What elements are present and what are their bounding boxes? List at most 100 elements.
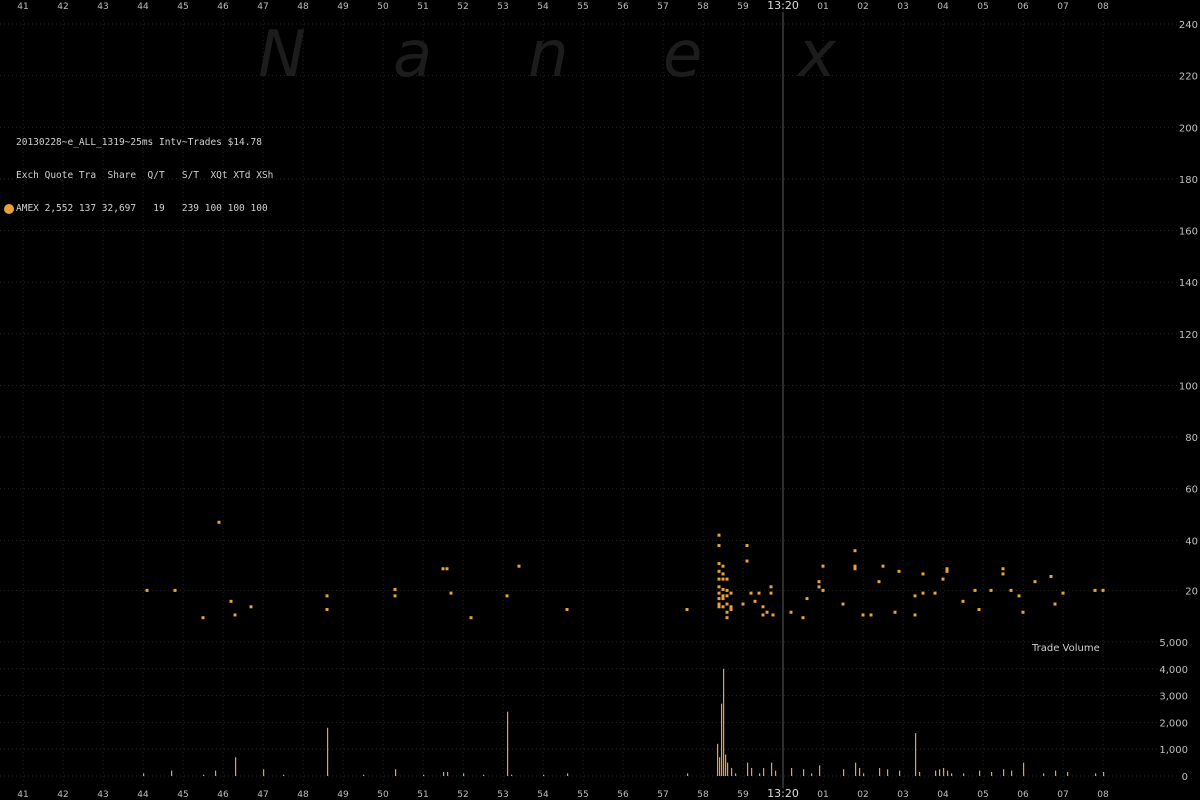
trade-point (761, 605, 765, 609)
x-tick-label-bottom: 54 (537, 790, 549, 800)
y-tick-label: 220 (1179, 72, 1198, 83)
volume-bar (327, 727, 329, 776)
info-panel: 20130228~e_ALL_1319~25ms Intv~Trades $14… (4, 115, 274, 225)
volume-bar (395, 769, 397, 776)
watermark-letter: e (663, 18, 702, 92)
volume-bar (731, 767, 733, 776)
trade-point (897, 569, 901, 573)
volume-bar (859, 767, 861, 776)
volume-bar (235, 757, 237, 776)
volume-bar (887, 769, 889, 776)
x-tick-label-bottom: 47 (257, 790, 268, 800)
trade-point (945, 567, 949, 571)
trade-point (749, 591, 753, 595)
x-tick-label-top: 46 (217, 2, 229, 12)
x-tick-label-bottom: 03 (897, 790, 908, 800)
x-tick-label-bottom: 04 (937, 790, 949, 800)
trade-point (229, 599, 233, 603)
trade-point (717, 585, 721, 589)
y-axis-price: 240 220 200 180 160 140 120 100 80 60 40 20 (1179, 20, 1198, 597)
x-tick-label-top: 52 (457, 2, 468, 12)
volume-bar (747, 762, 749, 776)
x-tick-label-bottom: 02 (857, 790, 868, 800)
trade-point (753, 599, 757, 603)
volume-bar (1103, 771, 1105, 776)
trade-point (325, 608, 329, 612)
trade-point (717, 597, 721, 601)
info-title: 20130228~e_ALL_1319~25ms Intv~Trades $14… (16, 137, 262, 148)
trade-point (721, 597, 725, 601)
info-row: AMEX 2,552 137 32,697 19 239 100 100 100 (4, 203, 273, 214)
volume-bar (843, 769, 845, 776)
volume-bar (899, 770, 901, 776)
x-tick-label-top: 41 (17, 2, 28, 12)
volume-bar (463, 773, 465, 776)
trade-point (1093, 588, 1097, 592)
trade-point (505, 594, 509, 598)
volume-tick-label: 0 (1182, 772, 1188, 783)
volume-bar (723, 668, 725, 776)
trade-point (725, 588, 729, 592)
trade-point (725, 577, 729, 581)
trade-point (741, 602, 745, 606)
trade-point (977, 608, 981, 612)
volume-bar (1003, 769, 1005, 776)
x-tick-label-top: 13:20 (767, 0, 799, 12)
volume-bar (763, 767, 765, 776)
volume-bar (819, 765, 821, 776)
info-header: Exch Quote Tra Share Q/T S/T XQt XTd XSh (16, 170, 274, 181)
trade-point (745, 544, 749, 548)
volume-bar (915, 733, 917, 776)
y-tick-label: 180 (1179, 175, 1198, 186)
trade-point (961, 599, 965, 603)
volume-bar (951, 773, 953, 776)
y-tick-label: 100 (1179, 381, 1198, 392)
volume-bar (939, 769, 941, 776)
x-tick-label-top: 59 (737, 2, 749, 12)
trade-point (1009, 588, 1013, 592)
trade-point (817, 580, 821, 584)
y-tick-label: 240 (1179, 20, 1198, 31)
trade-point (249, 605, 253, 609)
trade-point (393, 594, 397, 598)
trade-point (801, 616, 805, 620)
volume-bar (803, 769, 805, 776)
x-tick-label-top: 57 (657, 2, 668, 12)
trade-point (989, 588, 993, 592)
x-tick-label-top: 04 (937, 2, 949, 12)
x-tick-label-bottom: 48 (297, 790, 309, 800)
x-tick-label-bottom: 45 (177, 790, 188, 800)
trade-point (217, 520, 221, 524)
x-tick-label-bottom: 08 (1097, 790, 1109, 800)
trade-point (725, 594, 729, 598)
y-tick-label: 120 (1179, 330, 1198, 341)
trade-point (1053, 602, 1057, 606)
trade-point (725, 610, 729, 614)
trade-point (921, 572, 925, 576)
y-tick-label: 200 (1179, 123, 1198, 134)
x-tick-label-bottom: 51 (417, 790, 428, 800)
volume-bar (143, 773, 145, 776)
volume-bar (943, 767, 945, 776)
y-tick-label: 80 (1185, 433, 1198, 444)
trade-point (853, 549, 857, 553)
x-tick-label-bottom: 41 (17, 790, 28, 800)
trade-point (233, 613, 237, 617)
volume-bar (791, 767, 793, 776)
watermark-letter: a (393, 18, 432, 92)
info-row-values: AMEX 2,552 137 32,697 19 239 100 100 100 (16, 203, 268, 214)
x-tick-label-bottom: 56 (617, 790, 629, 800)
x-tick-label-bottom: 57 (657, 790, 668, 800)
trade-point (717, 591, 721, 595)
volume-bar (963, 773, 965, 776)
volume-bar (1043, 773, 1045, 776)
x-tick-label-top: 43 (97, 2, 108, 12)
y-tick-label: 160 (1179, 227, 1198, 238)
volume-bar (567, 773, 569, 776)
x-tick-label-top: 55 (577, 2, 588, 12)
trade-point (729, 605, 733, 609)
volume-bar (759, 773, 761, 776)
x-axis-bottom: 41 42 43 44 45 46 47 48 49 50 51 52 53 54 55 56 57 58 59 13… (17, 787, 1109, 800)
x-tick-label-bottom: 13:20 (767, 787, 799, 800)
y-tick-label: 20 (1185, 586, 1198, 597)
